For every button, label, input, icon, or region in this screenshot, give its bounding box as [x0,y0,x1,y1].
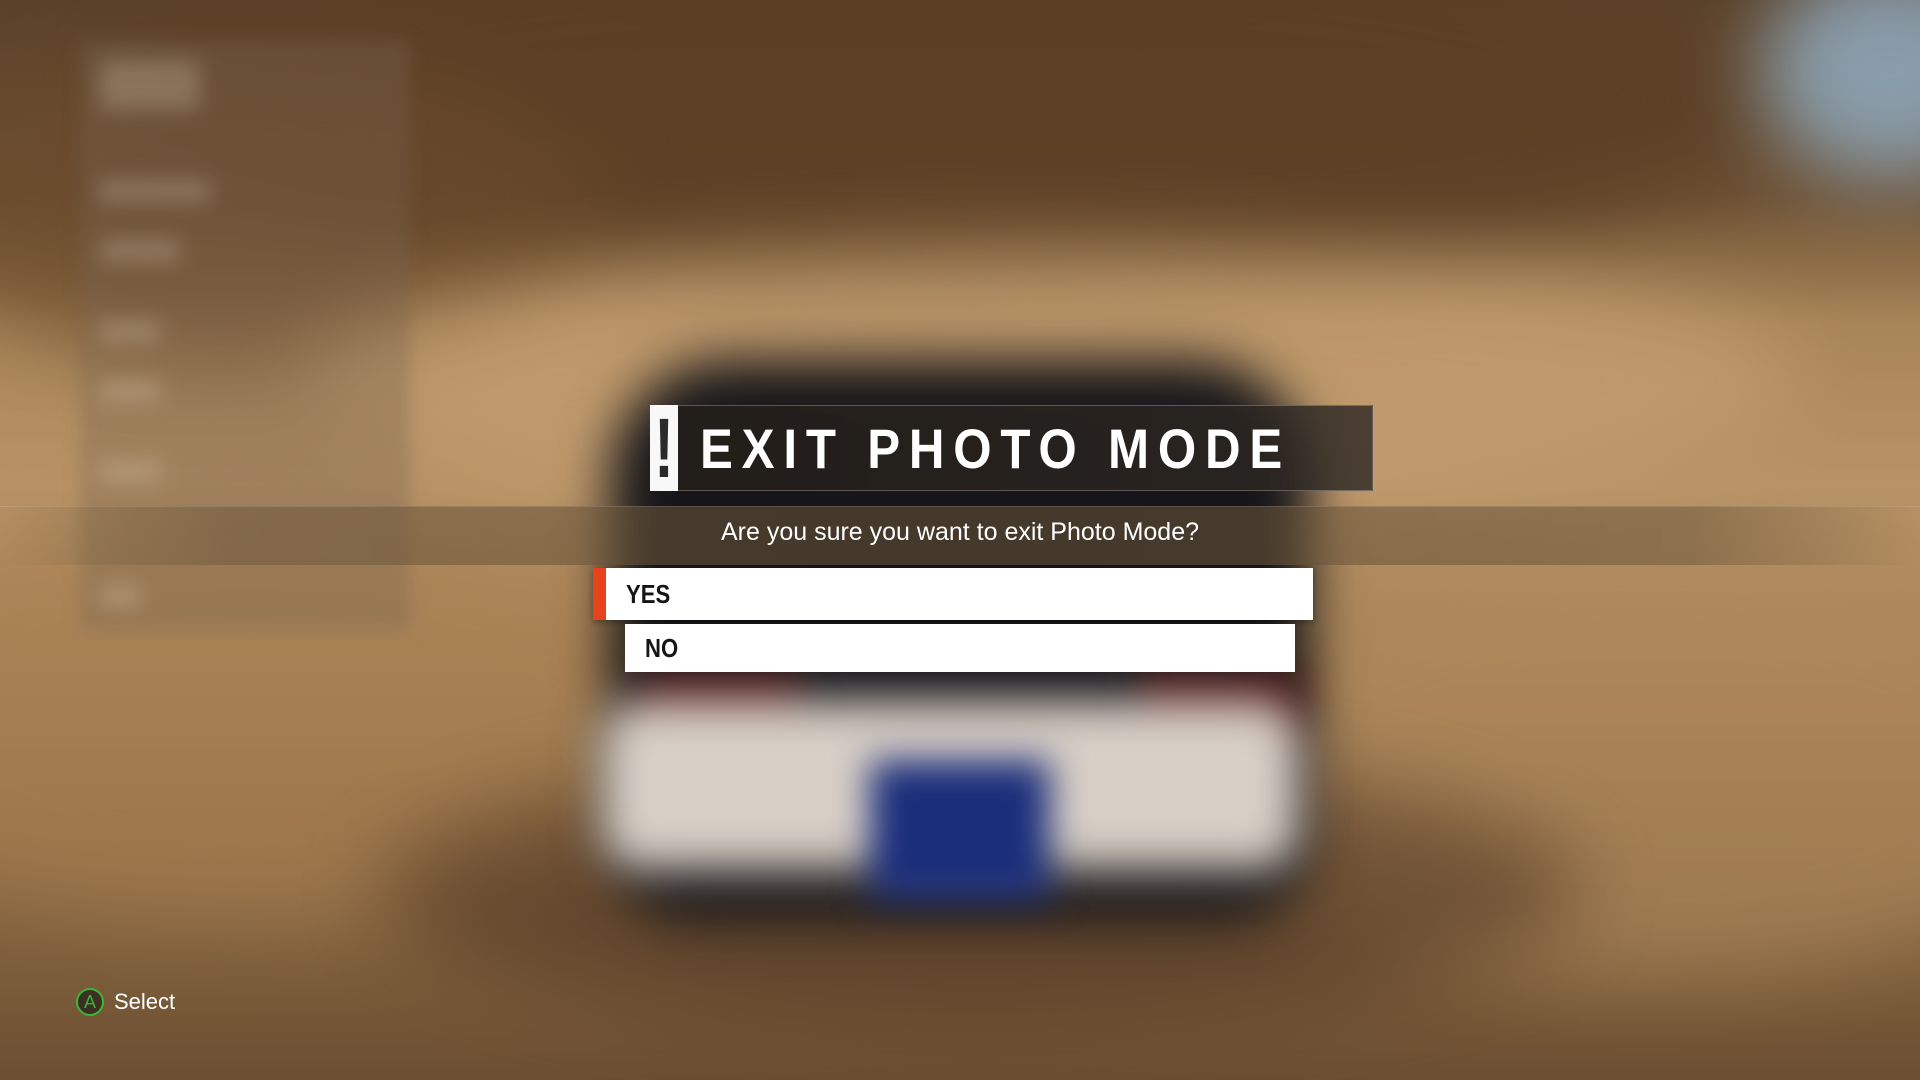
no-button-label: NO [645,632,679,663]
ghost-text [100,380,160,402]
dialog-title: EXIT PHOTO MODE [699,416,1292,480]
ghost-text [100,320,160,342]
dialog-title-bar: ! EXIT PHOTO MODE [650,405,1373,491]
yes-button[interactable]: YES [593,568,1313,620]
ghost-text [100,460,160,482]
a-button-glyph: A [83,991,96,1012]
yes-button-label: YES [626,578,671,609]
select-hint-label: Select [114,989,176,1014]
select-hint: A Select [76,988,175,1016]
ghost-text [100,240,180,262]
ghost-text [100,585,140,607]
a-button-icon: A [76,988,104,1016]
exclamation-glyph: ! [654,401,674,495]
ghost-text [100,180,210,202]
no-button[interactable]: NO [625,624,1295,672]
background-sky [1760,0,1920,180]
car-license-plate [870,760,1050,900]
ghost-text [100,60,200,110]
title-text-container: EXIT PHOTO MODE [677,405,1373,491]
dialog-question: Are you sure you want to exit Photo Mode… [720,518,1200,546]
exclamation-icon: ! [650,405,678,491]
